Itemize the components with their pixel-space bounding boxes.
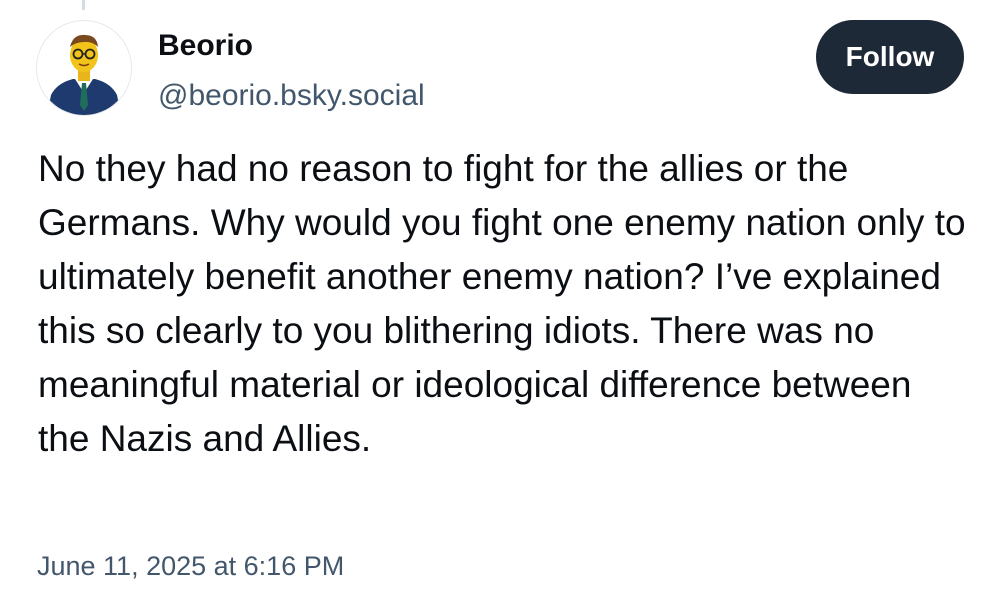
- post-timestamp[interactable]: June 11, 2025 at 6:16 PM: [37, 546, 344, 586]
- avatar[interactable]: [36, 20, 132, 116]
- post-text: No they had no reason to fight for the a…: [38, 148, 966, 459]
- author-handle[interactable]: @beorio.bsky.social: [158, 76, 425, 116]
- thread-connector-line: [82, 0, 85, 10]
- follow-button[interactable]: Follow: [816, 20, 964, 94]
- avatar-yellow-face-suit-icon: [37, 21, 131, 115]
- author-display-name[interactable]: Beorio: [158, 26, 253, 66]
